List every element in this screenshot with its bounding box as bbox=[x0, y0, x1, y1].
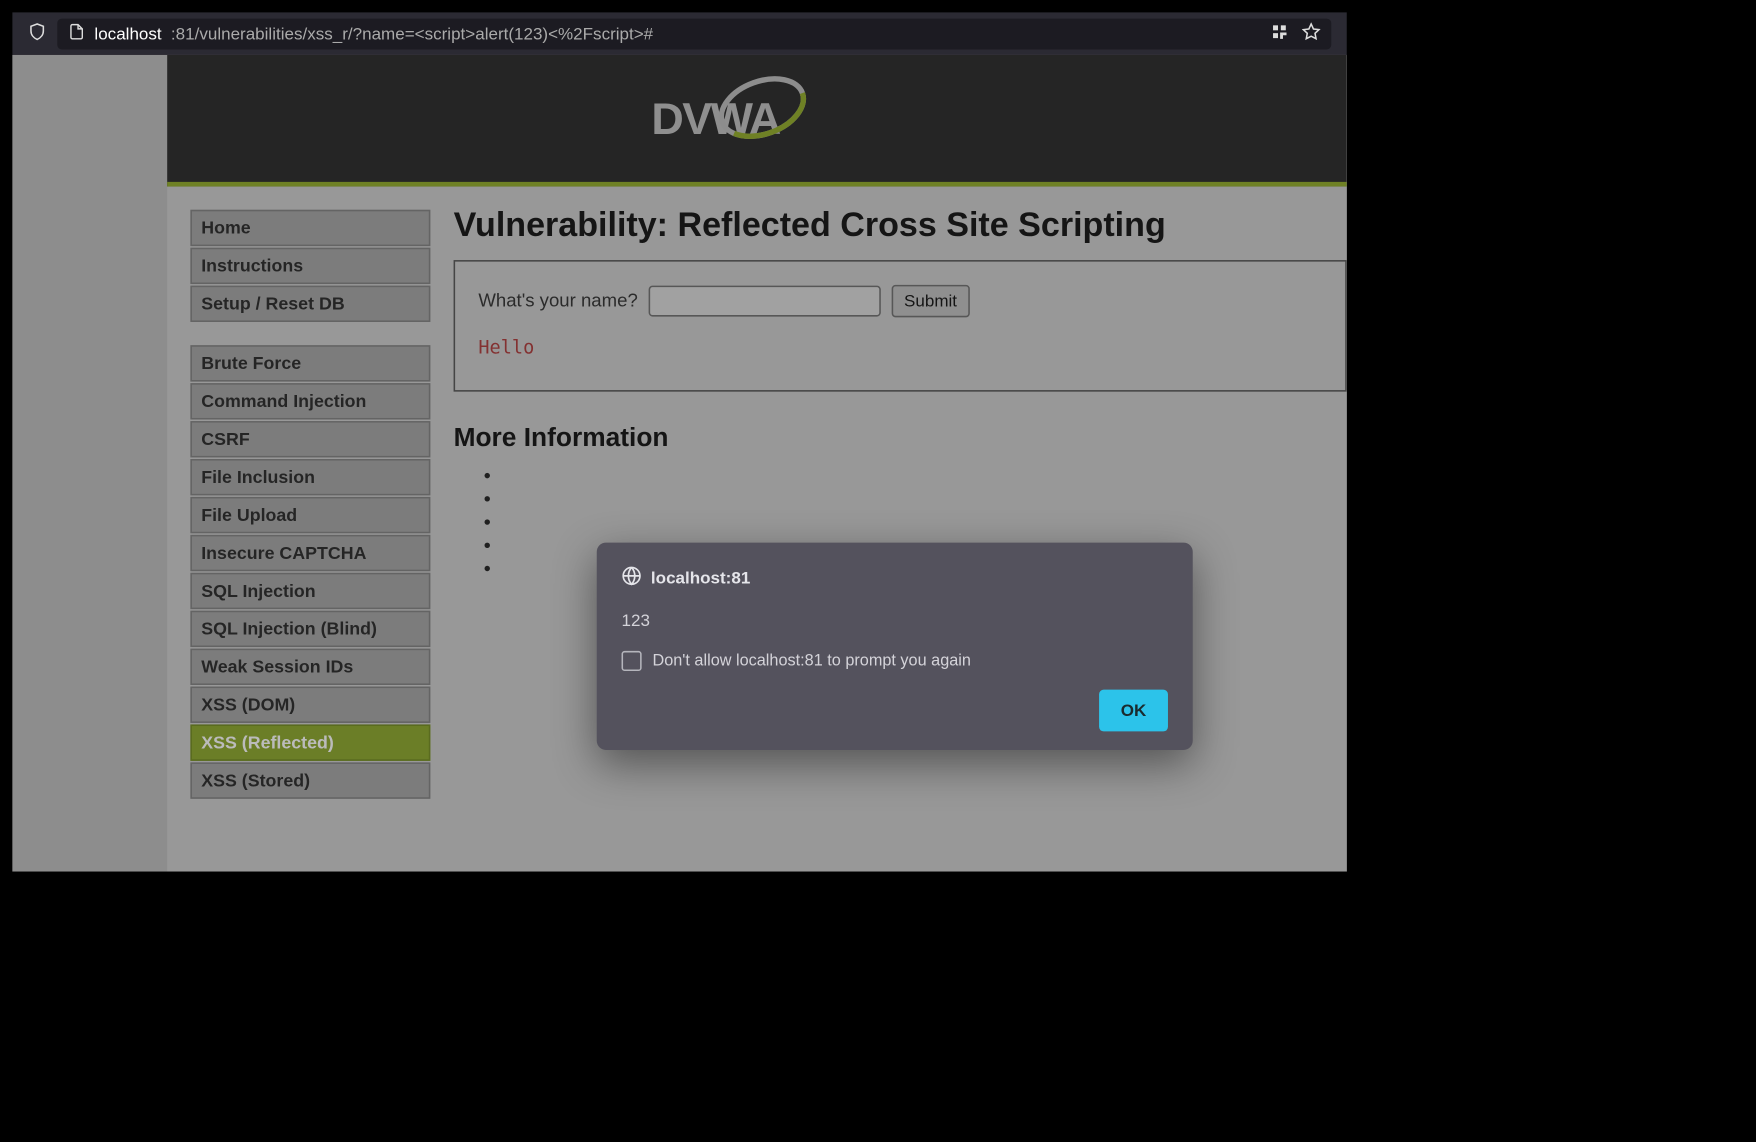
extensions-grid-icon[interactable] bbox=[1271, 23, 1288, 45]
sidebar-item-file-upload[interactable]: File Upload bbox=[190, 497, 430, 533]
browser-address-bar-area: localhost :81/vulnerabilities/xss_r/?name… bbox=[12, 12, 1346, 55]
sidebar-item-csrf[interactable]: CSRF bbox=[190, 421, 430, 457]
shield-icon[interactable] bbox=[28, 22, 47, 44]
site-header: DVWA bbox=[167, 55, 1347, 187]
sidebar-item-xss-reflected-[interactable]: XSS (Reflected) bbox=[190, 724, 430, 760]
alert-ok-button[interactable]: OK bbox=[1099, 690, 1168, 732]
url-host: localhost bbox=[94, 24, 161, 44]
alert-origin-text: localhost:81 bbox=[651, 568, 750, 588]
sidebar-item-file-inclusion[interactable]: File Inclusion bbox=[190, 459, 430, 495]
info-link-item[interactable] bbox=[500, 488, 1347, 508]
sidebar-item-insecure-captcha[interactable]: Insecure CAPTCHA bbox=[190, 535, 430, 571]
main-content: Vulnerability: Reflected Cross Site Scri… bbox=[430, 187, 1346, 582]
dvwa-logo: DVWA bbox=[651, 72, 862, 165]
sidebar-item-command-injection[interactable]: Command Injection bbox=[190, 383, 430, 419]
submit-button[interactable]: Submit bbox=[892, 285, 970, 318]
alert-message: 123 bbox=[622, 611, 1168, 631]
globe-icon bbox=[622, 566, 642, 591]
url-bar[interactable]: localhost :81/vulnerabilities/xss_r/?name… bbox=[57, 18, 1331, 49]
form-output: Hello bbox=[478, 337, 1322, 359]
info-link-item[interactable] bbox=[500, 512, 1347, 532]
url-path: :81/vulnerabilities/xss_r/?name=<script>… bbox=[171, 24, 653, 44]
dont-allow-label: Don't allow localhost:81 to prompt you a… bbox=[652, 652, 970, 671]
sidebar-item-xss-stored-[interactable]: XSS (Stored) bbox=[190, 762, 430, 798]
dont-allow-checkbox[interactable] bbox=[622, 651, 642, 671]
sidebar-item-instructions[interactable]: Instructions bbox=[190, 248, 430, 284]
vulnerability-form-box: What's your name? Submit Hello bbox=[454, 260, 1347, 392]
logo-orbit-icon bbox=[770, 72, 863, 165]
info-link-item[interactable] bbox=[500, 465, 1347, 485]
sidebar-item-sql-injection[interactable]: SQL Injection bbox=[190, 573, 430, 609]
name-label: What's your name? bbox=[478, 290, 637, 312]
sidebar-item-weak-session-ids[interactable]: Weak Session IDs bbox=[190, 649, 430, 685]
javascript-alert-dialog: localhost:81 123 Don't allow localhost:8… bbox=[597, 543, 1193, 750]
sidebar-item-sql-injection-blind-[interactable]: SQL Injection (Blind) bbox=[190, 611, 430, 647]
sidebar-item-xss-dom-[interactable]: XSS (DOM) bbox=[190, 687, 430, 723]
sidebar-item-setup-reset-db[interactable]: Setup / Reset DB bbox=[190, 286, 430, 322]
more-info-heading: More Information bbox=[454, 423, 1347, 453]
page-info-icon[interactable] bbox=[68, 23, 85, 45]
sidebar-item-home[interactable]: Home bbox=[190, 210, 430, 246]
sidebar-item-brute-force[interactable]: Brute Force bbox=[190, 345, 430, 381]
name-input[interactable] bbox=[649, 286, 881, 317]
sidebar: HomeInstructionsSetup / Reset DB Brute F… bbox=[167, 187, 430, 822]
page-title: Vulnerability: Reflected Cross Site Scri… bbox=[454, 206, 1347, 245]
bookmark-star-icon[interactable] bbox=[1302, 22, 1321, 45]
